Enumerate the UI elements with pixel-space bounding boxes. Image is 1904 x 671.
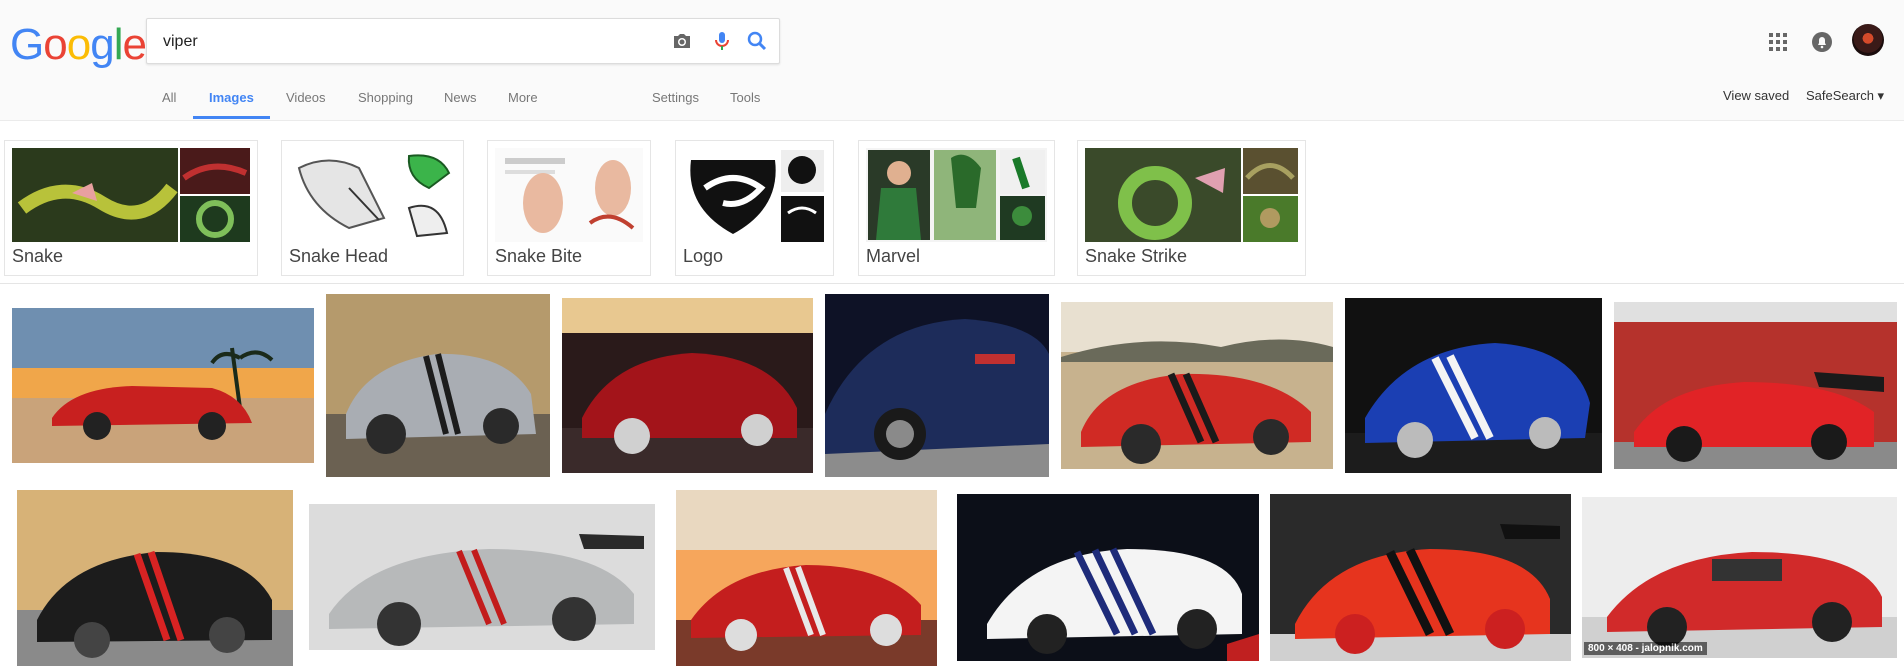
related-thumbnail bbox=[495, 148, 643, 242]
tab-shopping[interactable]: Shopping bbox=[358, 88, 413, 119]
image-result[interactable] bbox=[12, 308, 314, 463]
related-thumbnail bbox=[683, 148, 826, 242]
logo-letter: g bbox=[90, 20, 115, 69]
tab-all[interactable]: All bbox=[162, 88, 176, 119]
search-icon[interactable] bbox=[745, 29, 769, 53]
related-search-label: Snake Head bbox=[289, 246, 389, 266]
image-result[interactable] bbox=[1582, 497, 1897, 658]
tab-images[interactable]: Images bbox=[193, 88, 270, 119]
search-input[interactable] bbox=[161, 29, 645, 55]
related-thumbnail bbox=[289, 148, 456, 242]
image-result[interactable] bbox=[17, 490, 293, 666]
apps-grid-icon[interactable] bbox=[1766, 30, 1790, 54]
search-box bbox=[146, 18, 780, 64]
related-thumbnail bbox=[12, 148, 250, 242]
image-result[interactable] bbox=[825, 294, 1049, 477]
safesearch-menu[interactable]: SafeSearch ▾ bbox=[1806, 88, 1884, 104]
tab-more[interactable]: More bbox=[508, 88, 538, 119]
top-bar: Google All Images Videos Shopping News M… bbox=[0, 0, 1904, 121]
related-search-snake-head[interactable]: Snake Head bbox=[281, 140, 464, 276]
image-result[interactable] bbox=[562, 298, 813, 473]
image-result[interactable] bbox=[309, 504, 655, 650]
related-thumbnail bbox=[866, 148, 1047, 242]
logo-letter: o bbox=[66, 20, 92, 69]
related-search-label: Logo bbox=[683, 246, 724, 266]
image-result[interactable] bbox=[1061, 302, 1333, 469]
related-search-label: Snake bbox=[12, 246, 64, 266]
view-saved-link[interactable]: View saved bbox=[1723, 88, 1789, 103]
related-search-snake-bite[interactable]: Snake Bite bbox=[487, 140, 651, 276]
search-tabs: All Images Videos Shopping News More Set… bbox=[0, 88, 1904, 120]
tab-videos[interactable]: Videos bbox=[286, 88, 326, 119]
logo-letter: e bbox=[122, 20, 147, 69]
image-result[interactable] bbox=[957, 494, 1259, 661]
image-result[interactable] bbox=[326, 294, 550, 477]
related-search-snake[interactable]: Snake bbox=[4, 140, 258, 276]
tools-menu[interactable]: Tools bbox=[730, 88, 760, 119]
related-thumbnail bbox=[1085, 148, 1298, 242]
microphone-icon[interactable] bbox=[710, 29, 734, 53]
related-search-label: Snake Strike bbox=[1085, 246, 1188, 266]
settings-menu[interactable]: Settings bbox=[652, 88, 699, 119]
image-result[interactable] bbox=[1345, 298, 1602, 473]
related-search-label: Marvel bbox=[866, 246, 921, 266]
image-result[interactable] bbox=[676, 490, 937, 666]
tab-news[interactable]: News bbox=[444, 88, 477, 119]
related-search-label: Snake Bite bbox=[495, 246, 583, 266]
related-search-marvel[interactable]: Marvel bbox=[858, 140, 1055, 276]
image-size-caption: 800 × 408 - jalopnik.com bbox=[1584, 642, 1707, 655]
related-search-logo[interactable]: Logo bbox=[675, 140, 834, 276]
avatar[interactable] bbox=[1852, 24, 1884, 56]
logo-letter: G bbox=[10, 20, 44, 69]
notifications-bell-icon[interactable] bbox=[1810, 30, 1834, 54]
camera-icon[interactable] bbox=[670, 29, 694, 53]
logo-letter: o bbox=[43, 20, 68, 69]
google-logo[interactable]: Google bbox=[10, 20, 147, 70]
image-result[interactable] bbox=[1614, 302, 1897, 469]
divider bbox=[0, 283, 1904, 284]
related-search-snake-strike[interactable]: Snake Strike bbox=[1077, 140, 1306, 276]
image-result[interactable] bbox=[1270, 494, 1571, 661]
